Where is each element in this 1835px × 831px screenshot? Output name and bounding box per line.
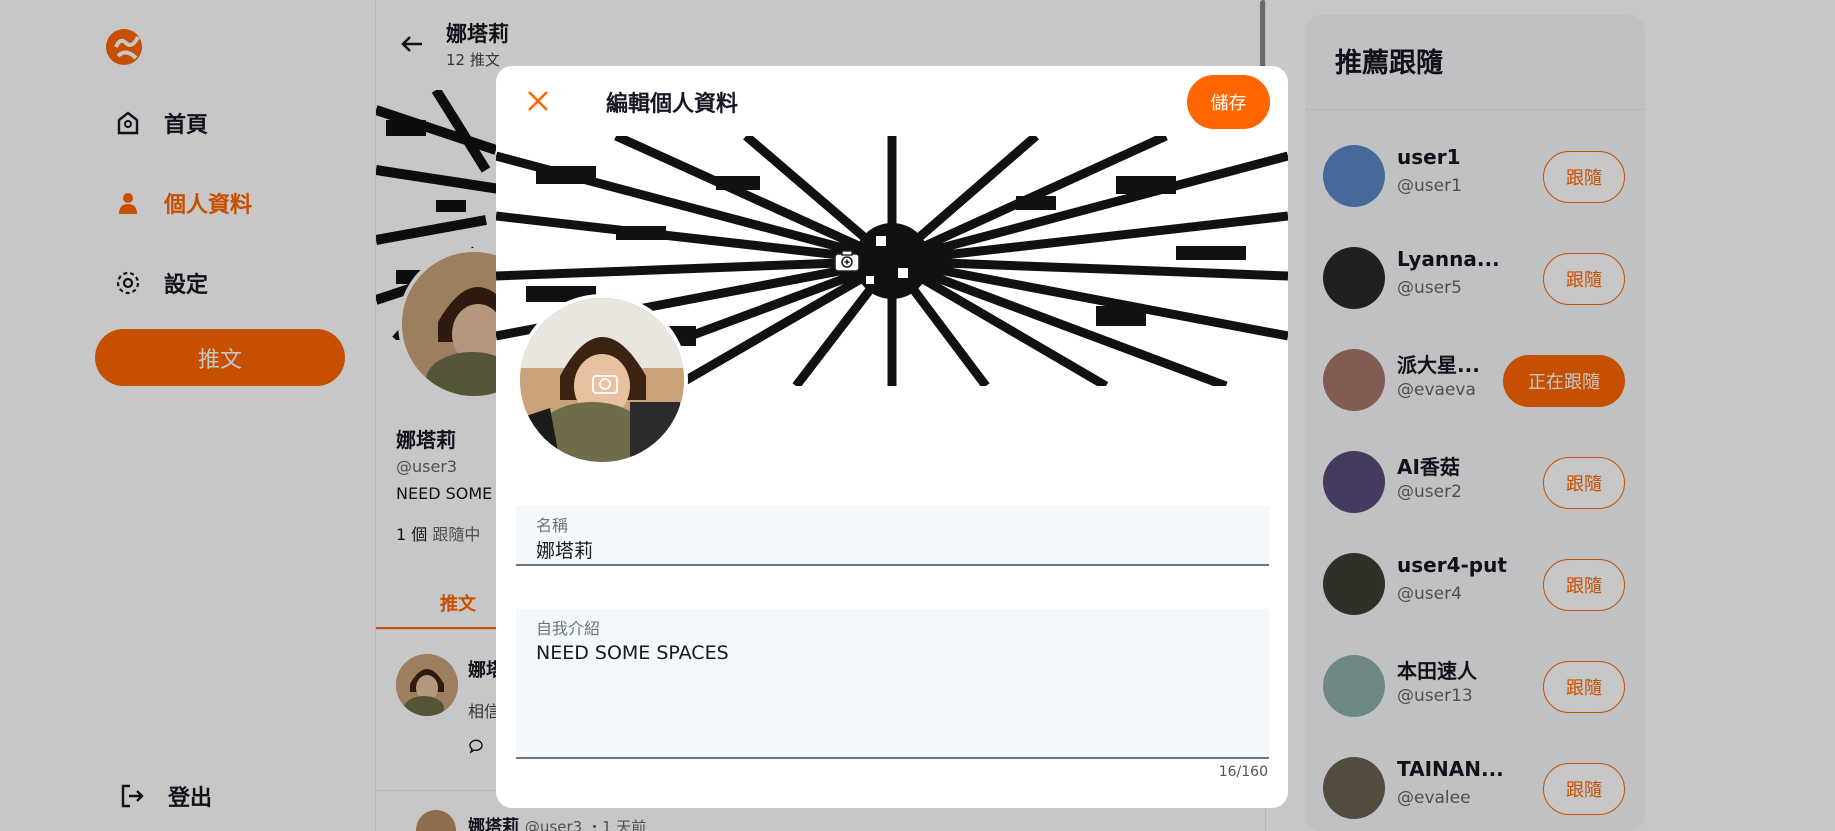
name-input[interactable]: 娜塔莉 [536,536,593,563]
edit-profile-modal: 編輯個人資料 儲存 名稱 娜塔莉 自我介紹 NEED SOME SPACES 1… [496,66,1288,808]
name-label: 名稱 [536,516,569,535]
avatar-editor[interactable] [516,294,688,466]
save-button[interactable]: 儲存 [1187,75,1270,129]
camera-add-icon[interactable] [832,246,862,276]
modal-title: 編輯個人資料 [606,92,739,117]
close-icon[interactable] [526,89,550,113]
bio-char-count: 16/160 [1218,764,1268,780]
bio-field[interactable]: 自我介紹 NEED SOME SPACES [516,609,1269,759]
bio-textarea[interactable]: NEED SOME SPACES [536,642,729,664]
name-field[interactable]: 名稱 娜塔莉 [516,506,1269,566]
modal-header: 編輯個人資料 儲存 [496,66,1288,136]
bio-label: 自我介紹 [536,619,601,638]
camera-icon[interactable] [590,368,620,398]
